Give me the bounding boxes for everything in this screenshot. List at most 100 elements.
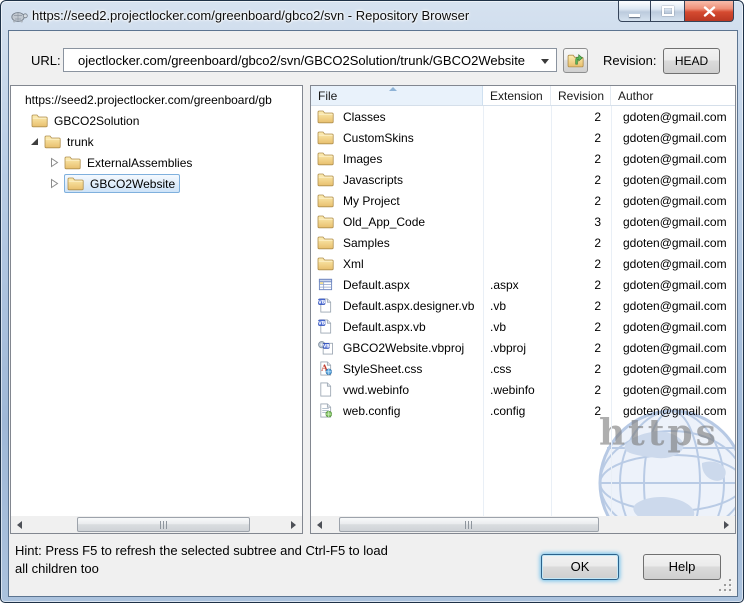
list-horizontal-scrollbar[interactable] — [311, 516, 735, 533]
file-name: GBCO2Website.vbproj — [343, 340, 465, 355]
file-row[interactable]: Images 2 gdoten@gmail.com — [311, 148, 735, 169]
dialog-client-area: URL: ojectlocker.com/greenboard/gbco2/sv… — [9, 31, 737, 596]
tree-item-label: trunk — [67, 134, 94, 149]
file-row[interactable]: Xml 2 gdoten@gmail.com — [311, 253, 735, 274]
file-row[interactable]: vwd.webinfo .webinfo 2 gdoten@gmail.com — [311, 379, 735, 400]
tree-item-externalassemblies[interactable]: ExternalAssemblies — [11, 152, 302, 173]
file-author: gdoten@gmail.com — [623, 130, 727, 145]
hint-text: Hint: Press F5 to refresh the selected s… — [15, 543, 388, 576]
file-author: gdoten@gmail.com — [623, 298, 727, 313]
folder-icon — [317, 235, 334, 250]
file-revision: 2 — [594, 361, 601, 376]
repository-browser-window: https://seed2.projectlocker.com/greenboa… — [0, 0, 744, 603]
file-name: Samples — [343, 235, 390, 250]
minimize-icon — [629, 14, 640, 17]
url-history-button[interactable] — [563, 48, 588, 73]
scroll-left-arrow[interactable] — [11, 516, 28, 533]
titlebar[interactable]: https://seed2.projectlocker.com/greenboa… — [1, 1, 743, 31]
file-row[interactable]: Default.aspx.vb .vb 2 gdoten@gmail.com — [311, 316, 735, 337]
file-name: Default.aspx — [343, 277, 410, 292]
tree-item-gbco2website-selected[interactable]: GBCO2Website — [11, 173, 302, 194]
folder-icon — [317, 130, 334, 145]
file-row[interactable]: CustomSkins 2 gdoten@gmail.com — [311, 127, 735, 148]
file-list-pane: https File Extension Revision Author Cla… — [310, 85, 736, 534]
aspx-file-icon — [317, 277, 334, 292]
folder-icon — [44, 134, 61, 149]
file-name: Images — [343, 151, 383, 166]
close-button[interactable] — [684, 1, 734, 22]
folder-icon — [317, 214, 334, 229]
scrollbar-thumb[interactable] — [77, 517, 250, 532]
file-row[interactable]: GBCO2Website.vbproj .vbproj 2 gdoten@gma… — [311, 337, 735, 358]
tree-root-label: https://seed2.projectlocker.com/greenboa… — [25, 92, 272, 107]
tree-item-label: GBCO2Solution — [54, 113, 140, 128]
file-revision: 2 — [594, 172, 601, 187]
folder-up-icon — [567, 52, 584, 69]
file-name: vwd.webinfo — [343, 382, 410, 397]
folder-icon — [31, 113, 48, 128]
file-row[interactable]: Old_App_Code 3 gdoten@gmail.com — [311, 211, 735, 232]
scrollbar-thumb[interactable] — [339, 517, 599, 532]
maximize-button[interactable] — [651, 1, 684, 22]
file-author: gdoten@gmail.com — [623, 172, 727, 187]
file-extension: .vb — [490, 298, 507, 313]
tree-item-label: GBCO2Website — [90, 176, 176, 191]
tree-item-gbco2solution[interactable]: GBCO2Solution — [11, 110, 302, 131]
scroll-left-arrow[interactable] — [311, 516, 328, 533]
file-row[interactable]: Samples 2 gdoten@gmail.com — [311, 232, 735, 253]
file-author: gdoten@gmail.com — [623, 235, 727, 250]
expander-collapsed-icon[interactable] — [50, 157, 60, 168]
scroll-right-arrow[interactable] — [718, 516, 735, 533]
minimize-button[interactable] — [618, 1, 651, 22]
expander-collapsed-icon[interactable] — [50, 178, 60, 189]
file-extension: .aspx — [490, 277, 519, 292]
file-extension: .vbproj — [490, 340, 527, 355]
sort-ascending-icon — [389, 87, 397, 91]
folder-icon — [317, 256, 334, 271]
file-revision: 2 — [594, 151, 601, 166]
file-author: gdoten@gmail.com — [623, 151, 727, 166]
file-extension: .config — [490, 403, 526, 418]
file-row[interactable]: Default.aspx.designer.vb .vb 2 gdoten@gm… — [311, 295, 735, 316]
tree-horizontal-scrollbar[interactable] — [11, 516, 302, 533]
combo-dropdown-icon[interactable] — [541, 59, 549, 64]
file-revision: 2 — [594, 298, 601, 313]
document-file-icon — [317, 382, 334, 397]
file-author: gdoten@gmail.com — [623, 193, 727, 208]
file-row[interactable]: Default.aspx .aspx 2 gdoten@gmail.com — [311, 274, 735, 295]
folder-icon — [64, 155, 81, 170]
expander-expanded-icon[interactable] — [30, 136, 40, 147]
file-name: Default.aspx.vb — [343, 319, 426, 334]
file-author: gdoten@gmail.com — [623, 361, 727, 376]
file-name: Default.aspx.designer.vb — [343, 298, 475, 313]
file-row[interactable]: My Project 2 gdoten@gmail.com — [311, 190, 735, 211]
vb-file-icon — [317, 319, 334, 334]
file-extension: .vb — [490, 319, 507, 334]
tree-item-trunk[interactable]: trunk — [11, 131, 302, 152]
column-header-extension[interactable]: Extension — [483, 86, 551, 105]
file-extension: .webinfo — [490, 382, 535, 397]
file-name: CustomSkins — [343, 130, 414, 145]
file-name: Classes — [343, 109, 386, 124]
url-combobox[interactable]: ojectlocker.com/greenboard/gbco2/svn/GBC… — [63, 48, 557, 72]
resize-grip[interactable] — [719, 579, 733, 593]
tree-item-label: ExternalAssemblies — [87, 155, 193, 170]
scroll-right-arrow[interactable] — [285, 516, 302, 533]
file-row[interactable]: Classes 2 gdoten@gmail.com — [311, 106, 735, 127]
column-header-file[interactable]: File — [311, 86, 483, 105]
help-button[interactable]: Help — [643, 554, 721, 580]
column-header-author[interactable]: Author — [611, 86, 735, 105]
file-row[interactable]: StyleSheet.css .css 2 gdoten@gmail.com — [311, 358, 735, 379]
css-file-icon — [317, 361, 334, 376]
file-row[interactable]: Javascripts 2 gdoten@gmail.com — [311, 169, 735, 190]
column-header-revision[interactable]: Revision — [551, 86, 611, 105]
file-row[interactable]: web.config .config 2 gdoten@gmail.com — [311, 400, 735, 421]
file-name: Xml — [343, 256, 364, 271]
url-label: URL: — [31, 53, 61, 68]
file-revision: 2 — [594, 319, 601, 334]
revision-head-button[interactable]: HEAD — [663, 48, 720, 74]
tree-item-root[interactable]: https://seed2.projectlocker.com/greenboa… — [11, 89, 302, 110]
ok-button[interactable]: OK — [541, 554, 619, 580]
file-name: StyleSheet.css — [343, 361, 423, 376]
file-name: My Project — [343, 193, 400, 208]
